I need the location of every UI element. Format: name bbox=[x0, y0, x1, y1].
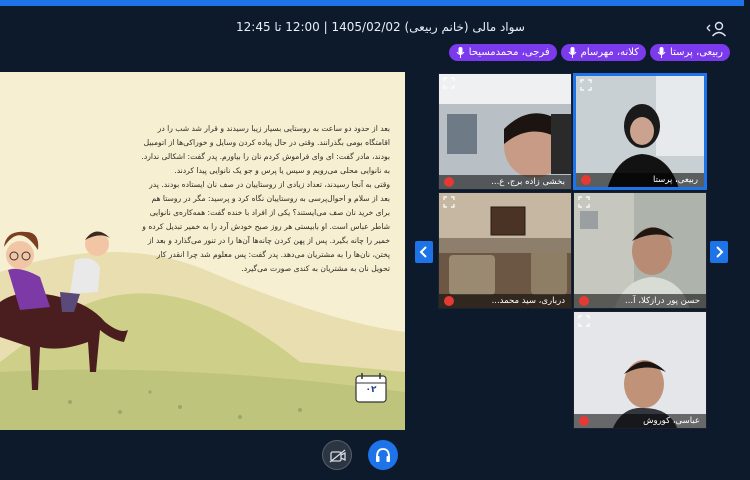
video-feed bbox=[439, 74, 571, 189]
participant-name: درباری، سید محمد... bbox=[439, 294, 571, 308]
expand-icon[interactable] bbox=[578, 196, 590, 208]
expand-icon[interactable] bbox=[578, 315, 590, 327]
participant-name: عباسی، کوروش bbox=[574, 414, 706, 428]
expand-icon[interactable] bbox=[443, 196, 455, 208]
window-edge bbox=[744, 0, 750, 480]
story-text: بعد از حدود دو ساعت به روستایی بسیار زیب… bbox=[140, 122, 390, 276]
user-profile-icon[interactable] bbox=[706, 20, 728, 38]
mic-muted-icon bbox=[581, 175, 591, 185]
microphone-icon bbox=[456, 47, 465, 58]
participant-chip[interactable]: فرجی، محمدمسیحا bbox=[448, 44, 557, 61]
previous-page-button[interactable] bbox=[415, 241, 433, 263]
mic-muted-icon bbox=[579, 416, 589, 426]
video-tile[interactable]: درباری، سید محمد... bbox=[438, 192, 572, 309]
participant-name: بخشی زاده برج، ع... bbox=[439, 175, 571, 189]
participant-chip-name: فرجی، محمدمسیحا bbox=[468, 47, 550, 58]
expand-icon[interactable] bbox=[580, 79, 592, 91]
video-tile[interactable]: بخشی زاده برج، ع... bbox=[438, 73, 572, 190]
video-tile[interactable]: عباسی، کوروش bbox=[573, 311, 707, 429]
participant-name: حسن پور درازکلا، آ... bbox=[574, 294, 706, 308]
video-feed bbox=[574, 312, 706, 428]
video-feed bbox=[574, 193, 706, 308]
video-feed bbox=[439, 193, 571, 308]
session-header: سواد مالی (خانم ربیعی) 1405/02/02 | 12:0… bbox=[0, 6, 750, 46]
audio-button[interactable] bbox=[368, 440, 398, 470]
video-tile[interactable]: حسن پور درازکلا، آ... bbox=[573, 192, 707, 309]
shared-presentation: بعد از حدود دو ساعت به روستایی بسیار زیب… bbox=[0, 72, 405, 430]
chevron-left-icon bbox=[419, 246, 427, 258]
mic-muted-icon bbox=[579, 296, 589, 306]
next-page-button[interactable] bbox=[710, 241, 728, 263]
microphone-icon bbox=[657, 47, 666, 58]
story-paragraph: وقتی به آنجا رسیدند، تعداد زیادی از روست… bbox=[142, 180, 390, 273]
headphones-icon bbox=[376, 448, 390, 462]
participant-name: ربیعی، پرستا bbox=[576, 173, 704, 187]
participant-chip[interactable]: ربیعی، پرستا bbox=[650, 44, 730, 61]
expand-icon[interactable] bbox=[443, 77, 455, 89]
participant-chip[interactable]: کلانه، مهرسام bbox=[560, 44, 647, 61]
microphone-icon bbox=[568, 47, 577, 58]
participant-chips: ربیعی، پرستا کلانه، مهرسام فرجی، محمدمسی… bbox=[448, 44, 730, 61]
camera-toggle-button[interactable] bbox=[322, 440, 352, 470]
story-paragraph: بعد از حدود دو ساعت به روستایی بسیار زیب… bbox=[141, 124, 390, 175]
calendar-page-number: ۰۲ bbox=[365, 385, 377, 395]
mic-muted-icon bbox=[444, 296, 454, 306]
session-title: سواد مالی (خانم ربیعی) 1405/02/02 | 12:0… bbox=[236, 20, 525, 34]
participant-chip-name: ربیعی، پرستا bbox=[670, 47, 723, 58]
mic-muted-icon bbox=[444, 177, 454, 187]
camera-off-icon bbox=[329, 449, 346, 463]
chevron-right-icon bbox=[716, 246, 724, 258]
participant-chip-name: کلانه، مهرسام bbox=[580, 47, 640, 58]
video-tile[interactable]: ربیعی، پرستا bbox=[573, 73, 707, 190]
